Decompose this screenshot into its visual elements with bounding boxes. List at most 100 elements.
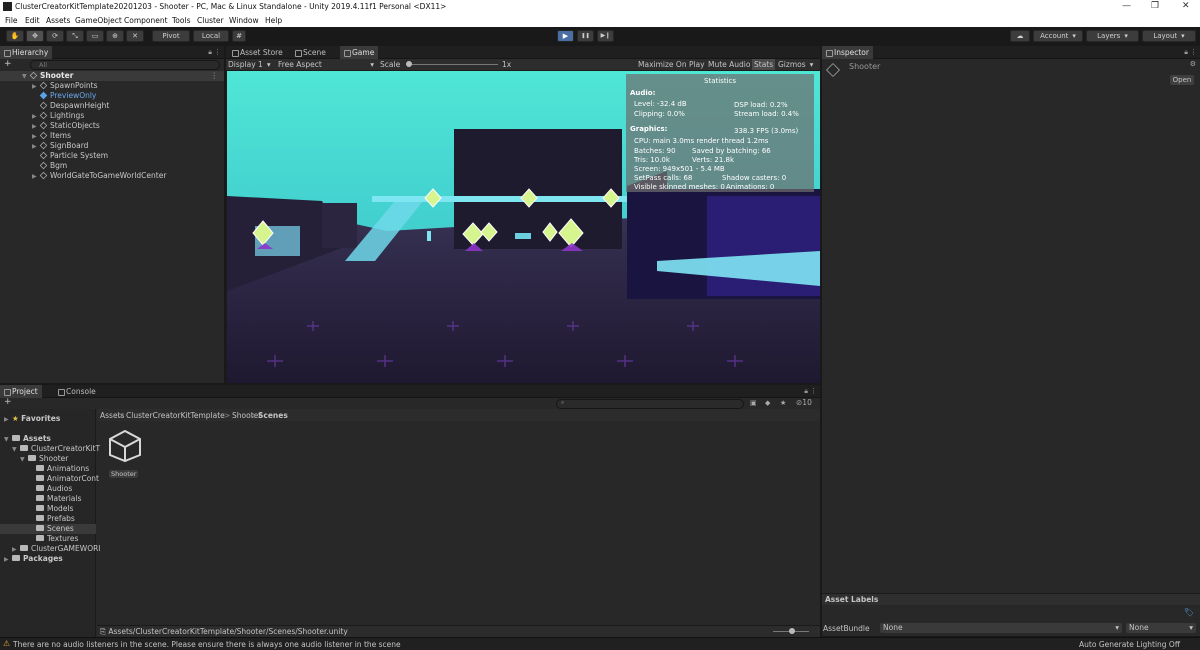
project-tree-item[interactable]: ▼ Shooter [20, 454, 68, 464]
expand-arrow-icon[interactable]: ▼ [4, 435, 12, 445]
aspect-dropdown[interactable]: Free Aspect ▾ [278, 60, 374, 69]
tab-hierarchy[interactable]: Hierarchy [0, 46, 53, 59]
more-icon[interactable]: ⋮ [214, 48, 221, 56]
open-button[interactable]: Open [1170, 75, 1194, 85]
custom-tool-icon[interactable]: ✕ [126, 30, 144, 42]
rect-tool-icon[interactable]: ▭ [86, 30, 104, 42]
project-tree-item[interactable]: ▼ ClusterCreatorKitT [12, 444, 100, 454]
tag-icon[interactable]: 🏷︎ [1184, 608, 1194, 617]
project-tree-item[interactable]: ▶ ★ Favorites [4, 414, 60, 424]
project-tree-item[interactable]: Audios [28, 484, 72, 494]
menu-help[interactable]: Help [265, 16, 282, 25]
menu-edit[interactable]: Edit [25, 16, 40, 25]
scene-asset-label[interactable]: Shooter [109, 470, 139, 478]
expand-arrow-icon[interactable]: ▼ [20, 455, 28, 465]
more-icon[interactable]: ⋮ [810, 387, 817, 395]
menu-cluster[interactable]: Cluster [197, 16, 224, 25]
project-tree-item[interactable]: Models [28, 504, 73, 514]
filter-type-icon[interactable]: ▣ [750, 399, 757, 407]
play-button[interactable]: ▶ [557, 30, 574, 42]
hierarchy-item[interactable]: DespawnHeight [32, 101, 109, 111]
hierarchy-item[interactable]: ▶ SignBoard [32, 141, 88, 151]
hidden-count[interactable]: ⊘10 [796, 398, 812, 407]
hierarchy-item[interactable]: ▶ StaticObjects [32, 121, 100, 131]
transform-tool-icon[interactable]: ⊕ [106, 30, 124, 42]
status-message[interactable]: There are no audio listeners in the scen… [13, 640, 401, 649]
grid-snap-icon[interactable]: # [232, 30, 246, 42]
tab-console[interactable]: Console [54, 385, 100, 398]
project-tree-item[interactable]: Textures [28, 534, 78, 544]
variant-dropdown[interactable]: None ▾ [1126, 623, 1196, 633]
project-search-input[interactable]: ⌕ [556, 399, 744, 409]
hierarchy-item[interactable]: ▶ Items [32, 131, 71, 141]
lock-icon[interactable]: 🔒︎ [1184, 48, 1188, 57]
lock-icon[interactable]: 🔒︎ [208, 48, 212, 57]
layout-dropdown[interactable]: Layout [1142, 30, 1196, 42]
project-tree-item[interactable]: ▶ Packages [4, 554, 63, 564]
scene-asset-tile[interactable] [106, 429, 146, 469]
pause-button[interactable]: ❚❚ [577, 30, 594, 42]
display-dropdown[interactable]: Display 1 [228, 60, 271, 69]
project-tree-item[interactable]: AnimatorCont [28, 474, 99, 484]
local-toggle[interactable]: Local [193, 30, 229, 42]
maximize-on-play-toggle[interactable]: Maximize On Play [638, 60, 705, 69]
hierarchy-search-input[interactable]: All [30, 60, 220, 70]
project-tree-item[interactable]: Animations [28, 464, 89, 474]
gizmos-dropdown[interactable]: Gizmos [778, 60, 813, 69]
minimize-button[interactable]: — [1122, 1, 1131, 11]
menu-window[interactable]: Window [229, 16, 259, 25]
lighting-status[interactable]: Auto Generate Lighting Off [1079, 640, 1180, 649]
project-tree-item[interactable]: ▼ Assets [4, 434, 51, 444]
menu-assets[interactable]: Assets [46, 16, 70, 25]
hierarchy-item[interactable]: ▶ WorldGateToGameWorldCenter [32, 171, 166, 181]
assetbundle-dropdown[interactable]: None ▾ [880, 623, 1122, 633]
project-tree-item[interactable]: Scenes [0, 524, 96, 534]
warning-icon[interactable]: ⚠ [3, 639, 10, 648]
hand-tool-icon[interactable]: ✋ [6, 30, 24, 42]
scale-slider[interactable] [406, 61, 498, 67]
filter-label-icon[interactable]: ◆ [765, 399, 770, 407]
account-dropdown[interactable]: Account [1033, 30, 1083, 42]
add-object-button[interactable]: + [4, 59, 12, 69]
rotate-tool-icon[interactable]: ⟳ [46, 30, 64, 42]
project-tree-item[interactable]: ▶ ClusterGAMEWORl [12, 544, 100, 554]
hierarchy-item[interactable]: Particle System [32, 151, 108, 161]
project-tree-item[interactable]: Materials [28, 494, 81, 504]
favorite-icon[interactable]: ★ [780, 399, 786, 407]
tab-asset-store[interactable]: Asset Store [228, 46, 287, 59]
expand-arrow-icon[interactable]: ▼ [12, 445, 20, 455]
breadcrumb-item[interactable]: Scenes [258, 411, 288, 420]
settings-icon[interactable]: ⚙ [1190, 60, 1196, 68]
expand-arrow-icon[interactable]: ▶ [4, 555, 12, 565]
stats-toggle[interactable]: Stats [752, 59, 776, 70]
layers-dropdown[interactable]: Layers [1086, 30, 1139, 42]
pivot-toggle[interactable]: Pivot [152, 30, 190, 42]
tab-scene[interactable]: Scene [291, 46, 330, 59]
breadcrumb-item[interactable]: ClusterCreatorKitTemplate [126, 411, 225, 420]
more-icon[interactable]: ⋮ [1190, 48, 1197, 56]
step-button[interactable]: ▶❙ [597, 30, 614, 42]
hierarchy-item[interactable]: ▶ SpawnPoints [32, 81, 98, 91]
move-tool-icon[interactable]: ✥ [26, 30, 44, 42]
menu-tools[interactable]: Tools [172, 16, 190, 25]
menu-gameobject[interactable]: GameObject [75, 16, 122, 25]
icon-size-slider[interactable] [773, 628, 809, 634]
close-button[interactable]: ✕ [1182, 1, 1190, 11]
hierarchy-item[interactable]: PreviewOnly [32, 91, 96, 101]
cloud-icon[interactable]: ☁ [1010, 30, 1030, 42]
hierarchy-item[interactable]: Bgm [32, 161, 67, 171]
project-tree-item[interactable]: Prefabs [28, 514, 75, 524]
tab-inspector[interactable]: Inspector [822, 46, 873, 59]
expand-arrow-icon[interactable]: ▶ [4, 415, 12, 425]
lock-icon[interactable]: 🔒︎ [804, 387, 808, 396]
more-icon[interactable]: ⋮ [211, 71, 219, 81]
menu-component[interactable]: Component [124, 16, 168, 25]
mute-audio-toggle[interactable]: Mute Audio [708, 60, 750, 69]
hierarchy-item[interactable]: ▶ Lightings [32, 111, 84, 121]
hierarchy-root-row[interactable]: ▼ Shooter ⋮ [0, 71, 224, 81]
menu-file[interactable]: File [5, 16, 18, 25]
tab-game[interactable]: Game [340, 46, 379, 59]
expand-arrow-icon[interactable]: ▶ [32, 172, 40, 182]
scale-tool-icon[interactable]: ⤡ [66, 30, 84, 42]
maximize-button[interactable]: ❐ [1151, 1, 1159, 11]
